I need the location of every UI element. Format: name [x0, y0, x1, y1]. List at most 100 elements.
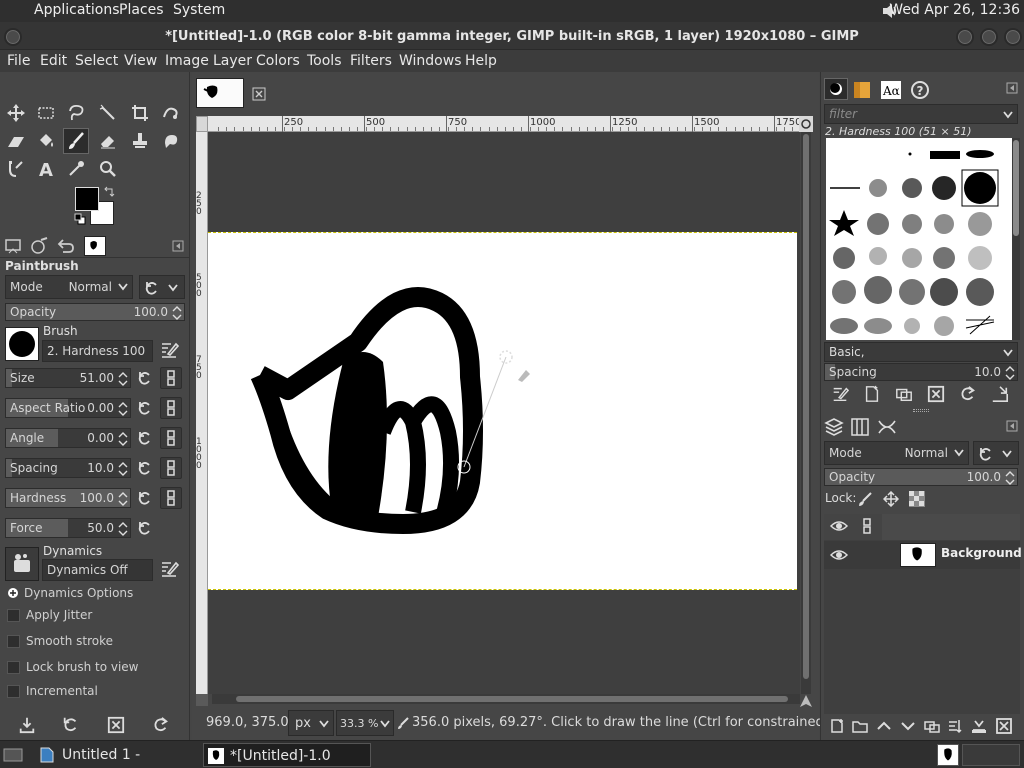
move-tool-icon[interactable] [3, 100, 29, 126]
close-window-button[interactable] [1004, 28, 1022, 46]
reset-slider-icon[interactable] [137, 370, 153, 386]
navigate-corner[interactable] [196, 694, 208, 706]
brush-grid-scrollbar[interactable] [1012, 138, 1020, 340]
spinner-icon[interactable] [118, 462, 128, 476]
default-colors-icon[interactable] [74, 213, 86, 225]
zoom-image-icon[interactable] [799, 694, 813, 708]
color-picker-tool-icon[interactable] [63, 156, 89, 182]
link-to-device-button[interactable] [160, 487, 182, 509]
link-to-device-button[interactable] [160, 427, 182, 449]
menu-file[interactable]: File [7, 53, 30, 69]
fuzzy-select-tool-icon[interactable] [95, 100, 121, 126]
apply-jitter-checkbox[interactable] [7, 609, 20, 622]
incremental-checkbox[interactable] [7, 685, 20, 698]
text-tool-icon[interactable]: A [33, 156, 59, 182]
dynamics-preview[interactable] [5, 547, 39, 581]
applications-menu[interactable]: Applications [34, 2, 120, 18]
dynamics-options-expander[interactable]: Dynamics Options [24, 586, 133, 600]
spinner-icon[interactable] [118, 432, 128, 446]
link-to-device-button[interactable] [160, 457, 182, 479]
brush-name-field[interactable]: 2. Hardness 100 [42, 340, 153, 362]
vertical-ruler[interactable]: 250 500 750 1000 [196, 132, 208, 694]
channels-tab-icon[interactable] [850, 417, 870, 437]
merge-layer-icon[interactable] [971, 718, 987, 734]
device-status-tab-icon[interactable] [29, 236, 51, 256]
smooth-stroke-checkbox[interactable] [7, 635, 20, 648]
places-menu[interactable]: Places [119, 2, 164, 18]
new-brush-icon[interactable] [863, 385, 881, 403]
delete-layer-icon[interactable] [996, 718, 1012, 734]
fonts-tab-icon[interactable]: Aα [880, 80, 902, 100]
crop-tool-icon[interactable] [127, 100, 153, 126]
link-to-device-button[interactable] [160, 397, 182, 419]
paintbrush-tool-icon[interactable] [63, 128, 89, 154]
edit-brush-icon[interactable] [159, 340, 179, 360]
configure-tab-icon[interactable] [1006, 82, 1018, 94]
undo-history-tab-icon[interactable] [55, 236, 77, 256]
close-tab-icon[interactable] [252, 87, 266, 101]
vertical-scrollbar[interactable] [801, 132, 811, 694]
edit-dynamics-icon[interactable] [159, 559, 179, 579]
lower-layer-icon[interactable] [900, 718, 916, 734]
new-layer-group-icon[interactable] [852, 718, 868, 734]
workspace-switcher-empty[interactable] [962, 744, 1020, 766]
chevron-down-icon[interactable] [1003, 111, 1013, 119]
brushes-tab[interactable] [824, 78, 848, 100]
reset-slider-icon[interactable] [137, 490, 153, 506]
menu-edit[interactable]: Edit [40, 53, 67, 69]
anchor-layer-icon[interactable] [947, 718, 963, 734]
restore-options-icon[interactable] [61, 715, 81, 735]
zoom-dropdown[interactable]: 33.3 % [336, 710, 394, 736]
menu-colors[interactable]: Colors [256, 53, 300, 69]
horizontal-scrollbar[interactable] [212, 694, 800, 704]
eye-icon[interactable] [830, 519, 848, 533]
reset-slider-icon[interactable] [137, 460, 153, 476]
layer-mode-reset-button[interactable] [973, 441, 1019, 465]
help-tab-icon[interactable]: ? [910, 80, 930, 100]
workspace-switcher[interactable] [937, 744, 959, 766]
dynamics-field[interactable]: Dynamics Off [42, 559, 153, 581]
bucket-fill-tool-icon[interactable] [33, 128, 59, 154]
spinner-icon[interactable] [1005, 366, 1015, 380]
menu-windows[interactable]: Windows [399, 53, 462, 69]
paths-tab-icon[interactable] [877, 417, 897, 437]
delete-brush-icon[interactable] [927, 385, 945, 403]
slider-angle[interactable]: Angle 0.00 [5, 428, 131, 448]
link-to-device-button[interactable] [160, 367, 182, 389]
spinner-icon[interactable] [118, 372, 128, 386]
reset-slider-icon[interactable] [137, 430, 153, 446]
lock-brush-checkbox[interactable] [7, 661, 20, 674]
reset-slider-icon[interactable] [137, 400, 153, 416]
lock-position-icon[interactable] [883, 491, 899, 507]
mode-reset-button[interactable] [139, 275, 185, 299]
navigate-icon[interactable] [799, 116, 813, 132]
brush-spacing-slider[interactable]: Spacing 10.0 [824, 363, 1018, 381]
smudge-tool-icon[interactable] [158, 128, 184, 154]
zoom-tool-icon[interactable] [95, 156, 121, 182]
refresh-brushes-icon[interactable] [959, 385, 977, 403]
patterns-tab-icon[interactable] [852, 80, 872, 100]
open-brush-as-image-icon[interactable] [991, 385, 1009, 403]
brush-filter-input[interactable]: filter [824, 104, 1018, 124]
rect-select-tool-icon[interactable] [33, 100, 59, 126]
brush-grid[interactable] [826, 138, 1012, 340]
slider-hardness[interactable]: Hardness 100.0 [5, 488, 131, 508]
canvas-viewport[interactable] [208, 132, 800, 694]
menu-layer[interactable]: Layer [213, 53, 252, 69]
warp-tool-icon[interactable] [158, 100, 184, 126]
transform-tool-icon[interactable] [3, 128, 29, 154]
dock-separator[interactable] [913, 409, 929, 412]
menu-help[interactable]: Help [465, 53, 497, 69]
configure-tab-icon[interactable] [1006, 420, 1018, 432]
expander-icon[interactable] [7, 587, 19, 599]
slider-aspect-ratio[interactable]: Aspect Ratio 0.00 [5, 398, 131, 418]
edit-brush-icon[interactable] [831, 385, 849, 403]
save-options-icon[interactable] [17, 715, 37, 735]
swap-colors-icon[interactable] [103, 186, 115, 198]
quickmask-corner[interactable] [196, 116, 208, 132]
clock[interactable]: Wed Apr 26, 12:36 [889, 2, 1020, 18]
spinner-icon[interactable] [118, 402, 128, 416]
brush-preview[interactable] [5, 327, 39, 361]
configure-tab-icon[interactable] [172, 240, 184, 252]
paths-tool-icon[interactable] [3, 156, 29, 182]
